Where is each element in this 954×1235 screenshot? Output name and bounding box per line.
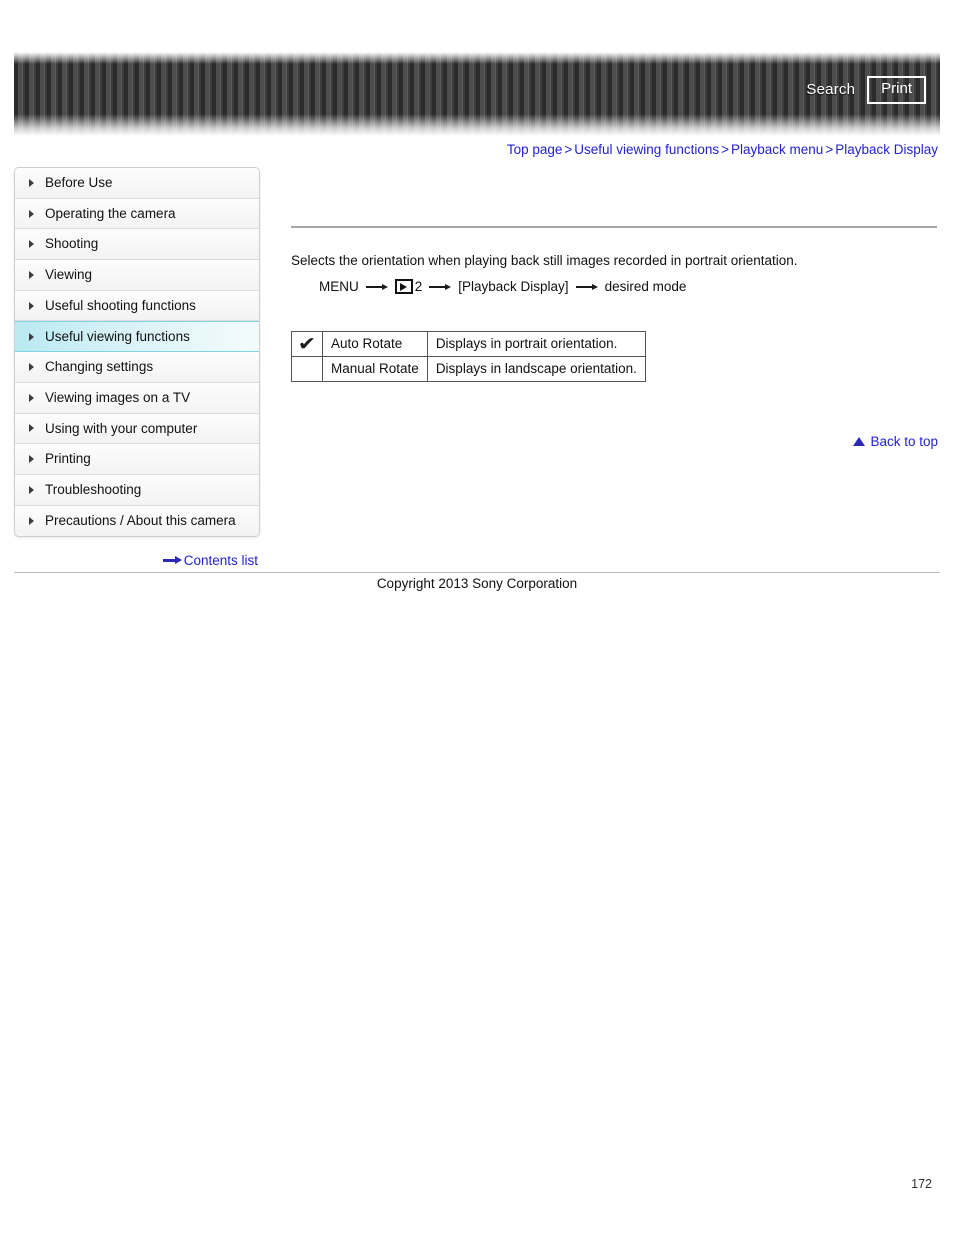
sidebar-item-viewing-images-on-a-tv[interactable]: Viewing images on a TV	[15, 382, 259, 414]
sidebar-item-label: Troubleshooting	[45, 481, 142, 497]
triangle-right-icon	[29, 362, 34, 371]
arrow-right-icon	[575, 282, 598, 291]
header-banner: Search Print	[14, 52, 940, 136]
option-name: Auto Rotate	[322, 331, 428, 357]
page-number: 172	[911, 1177, 932, 1191]
breadcrumb-item-playback-display[interactable]: Playback Display	[835, 142, 938, 157]
triangle-right-icon	[29, 178, 34, 187]
triangle-right-icon	[29, 240, 34, 249]
menu-path-start: MENU	[319, 279, 359, 294]
sidebar-item-shooting[interactable]: Shooting	[15, 229, 259, 261]
sidebar-item-label: Operating the camera	[45, 205, 176, 221]
breadcrumb-item-useful-viewing-functions[interactable]: Useful viewing functions	[574, 142, 719, 157]
triangle-right-icon	[29, 393, 34, 402]
triangle-right-icon	[29, 455, 34, 464]
sidebar-item-label: Shooting	[45, 236, 99, 252]
sidebar-item-precautions-about-this-camera[interactable]: Precautions / About this camera	[15, 505, 259, 537]
sidebar-item-changing-settings[interactable]: Changing settings	[15, 352, 259, 383]
sidebar-item-label: Before Use	[45, 175, 113, 191]
triangle-right-icon	[29, 516, 34, 525]
menu-tab-number: 2	[414, 279, 423, 294]
option-description: Displays in portrait orientation.	[426, 331, 646, 357]
header-controls: Search Print	[806, 76, 926, 104]
menu-path-end: desired mode	[604, 279, 687, 294]
sidebar-item-before-use[interactable]: Before Use	[15, 168, 259, 199]
search-button[interactable]: Search	[806, 81, 855, 98]
table-row: ✔ Auto Rotate Displays in portrait orien…	[291, 331, 646, 357]
breadcrumb-item-top-page[interactable]: Top page	[507, 142, 563, 157]
back-to-top-label: Back to top	[870, 434, 938, 449]
sidebar-item-label: Precautions / About this camera	[45, 513, 236, 529]
breadcrumb-item-playback-menu[interactable]: Playback menu	[731, 142, 823, 157]
option-description: Displays in landscape orientation.	[426, 356, 646, 382]
sidebar-item-operating-the-camera[interactable]: Operating the camera	[15, 198, 259, 230]
sidebar-item-label: Viewing images on a TV	[45, 389, 191, 405]
breadcrumb-separator: >	[825, 142, 834, 157]
sidebar-item-label: Changing settings	[45, 359, 154, 375]
sidebar-item-viewing[interactable]: Viewing	[15, 260, 259, 291]
sidebar-item-troubleshooting[interactable]: Troubleshooting	[15, 474, 259, 506]
arrow-right-icon	[429, 282, 452, 291]
sidebar-item-useful-shooting-functions[interactable]: Useful shooting functions	[15, 290, 259, 322]
sidebar-item-printing[interactable]: Printing	[15, 444, 259, 475]
breadcrumb-separator: >	[721, 142, 729, 157]
page-description: Selects the orientation when playing bac…	[291, 253, 798, 268]
triangle-right-icon	[29, 485, 34, 494]
breadcrumb: Top page > Useful viewing functions > Playba…	[507, 142, 938, 157]
print-button[interactable]: Print	[867, 76, 926, 104]
content-divider	[291, 226, 937, 228]
triangle-right-icon	[29, 301, 34, 310]
triangle-right-icon	[29, 270, 34, 279]
playback-triangle-icon	[394, 279, 413, 294]
table-row: Manual Rotate Displays in landscape orie…	[291, 356, 646, 382]
triangle-right-icon	[29, 424, 34, 433]
check-icon: ✔	[297, 332, 317, 355]
sidebar-item-label: Using with your computer	[45, 420, 198, 436]
arrow-right-icon	[162, 556, 182, 565]
sidebar-item-useful-viewing-functions[interactable]: Useful viewing functions	[15, 321, 259, 353]
sidebar-item-using-with-your-computer[interactable]: Using with your computer	[15, 413, 259, 445]
sidebar-item-label: Printing	[45, 451, 91, 467]
triangle-right-icon	[29, 332, 34, 341]
contents-list-link[interactable]: Contents list	[14, 553, 258, 568]
menu-path: MENU 2 [Playback Display] desired mode	[319, 279, 686, 294]
sidebar-navigation: Before Use Operating the camera Shooting…	[14, 167, 260, 538]
triangle-up-icon	[853, 437, 866, 446]
footer-divider	[14, 572, 940, 573]
contents-list-label: Contents list	[183, 553, 258, 568]
selected-mark-cell	[291, 356, 323, 382]
copyright-text: Copyright 2013 Sony Corporation	[376, 576, 578, 591]
selected-mark-cell: ✔	[291, 331, 323, 357]
options-table: ✔ Auto Rotate Displays in portrait orien…	[291, 331, 646, 382]
triangle-right-icon	[29, 209, 34, 218]
menu-setting-name: [Playback Display]	[458, 279, 569, 294]
sidebar-item-label: Viewing	[45, 267, 93, 283]
option-name: Manual Rotate	[322, 356, 428, 382]
breadcrumb-separator: >	[564, 142, 573, 157]
back-to-top-link[interactable]: Back to top	[853, 434, 938, 449]
sidebar-item-label: Useful viewing functions	[45, 329, 190, 345]
arrow-right-icon	[365, 282, 388, 291]
sidebar-item-label: Useful shooting functions	[45, 297, 196, 313]
